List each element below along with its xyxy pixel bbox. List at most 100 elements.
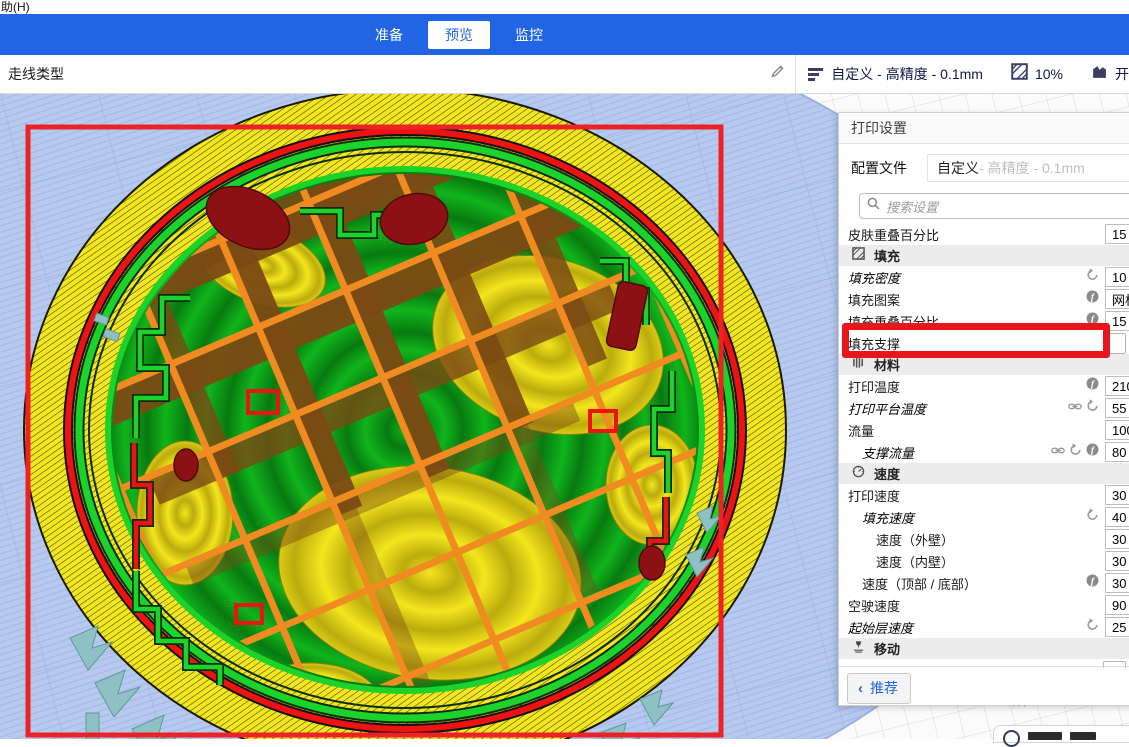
setting-label: 填充支撑 <box>848 334 1103 353</box>
profile-row: 配置文件 自定义 - 高精度 - 0.1mm <box>839 144 1129 186</box>
setting-value-input[interactable]: 100 <box>1105 420 1129 440</box>
setting-value-input[interactable]: 25 <box>1105 617 1129 637</box>
section-header-移动[interactable]: 移动 <box>839 638 1129 659</box>
setting-state-icons <box>1086 618 1099 636</box>
recommended-mode-button[interactable]: ‹ 推荐 <box>847 673 911 704</box>
menu-bar: 助(H) <box>0 0 1129 14</box>
setting-row-空驶速度: 空驶速度90 <box>839 594 1129 616</box>
support-state-text: 开 <box>1115 64 1129 84</box>
undo-icon[interactable] <box>1069 443 1082 461</box>
setting-label: 支撑流量 <box>848 443 1051 462</box>
setting-label: 填充图案 <box>848 290 1086 309</box>
section-header-填充[interactable]: 填充 <box>839 245 1129 266</box>
setting-state-icons: f <box>1051 443 1099 461</box>
search-icon <box>867 197 880 215</box>
setting-value-input[interactable]: 55 <box>1105 398 1129 418</box>
setting-label: 空驶速度 <box>848 596 1105 615</box>
line-type-label: 走线类型 <box>8 64 64 84</box>
search-placeholder: 搜索设置 <box>886 197 938 216</box>
infill-percent-text: 10% <box>1035 66 1063 82</box>
setting-value-input[interactable]: 30 <box>1105 551 1129 571</box>
tab-监控[interactable]: 监控 <box>498 21 560 49</box>
support-icon <box>1091 64 1108 85</box>
pencil-icon[interactable] <box>770 64 785 84</box>
setting-label: 起始层速度 <box>848 618 1086 637</box>
setting-row-速度（顶部 / 底部）: 速度（顶部 / 底部）f 30 <box>839 572 1129 594</box>
profile-value-secondary: - 高精度 - 0.1mm <box>979 158 1085 178</box>
undo-icon[interactable] <box>1086 268 1099 286</box>
print-settings-summary[interactable]: 自定义 - 高精度 - 0.1mm 10% 开 <box>796 63 1129 85</box>
profile-label: 配置文件 <box>851 158 927 178</box>
setting-checkbox[interactable] <box>1103 333 1126 354</box>
setting-row-起始层速度: 起始层速度 25 <box>839 616 1129 638</box>
tab-预览[interactable]: 预览 <box>428 21 490 49</box>
setting-label: 填充速度 <box>848 508 1086 527</box>
setting-value-input[interactable]: 210 <box>1105 376 1129 396</box>
setting-value-input[interactable]: 30 <box>1105 529 1129 549</box>
setting-state-icons <box>1086 268 1099 286</box>
setting-value-input[interactable]: 10 <box>1105 267 1129 287</box>
setting-value-input[interactable]: 30 <box>1105 573 1129 593</box>
section-header-速度[interactable]: 速度 <box>839 463 1129 484</box>
cura-preview-window: { "menu": { "help_label": "助(H)" }, "hea… <box>0 0 1129 739</box>
setting-label: 打印速度 <box>848 486 1105 505</box>
setting-label: 速度（内壁） <box>848 552 1105 571</box>
settings-list: 皮肤重叠百分比15填充填充密度10填充图案f网格填充重叠百分比f15填充支撑材料… <box>839 223 1129 668</box>
info-icon: f <box>1086 290 1099 308</box>
setting-row-填充图案: 填充图案f 网格 <box>839 288 1129 310</box>
stage-header: 准备预览监控 <box>0 14 1129 55</box>
section-label: 速度 <box>874 464 900 483</box>
infill-icon <box>852 247 865 265</box>
info-icon: f <box>1086 377 1099 395</box>
preview-toolbar: 走线类型 自定义 - 高精度 - 0.1mm 10% 开 <box>0 55 1129 94</box>
link-icon <box>1068 399 1082 417</box>
setting-row-速度（内壁）: 速度（内壁）30 <box>839 550 1129 572</box>
undo-icon[interactable] <box>1086 508 1099 526</box>
line-type-selector[interactable]: 走线类型 <box>0 64 795 84</box>
infill-icon <box>1011 63 1028 85</box>
setting-value-input[interactable]: 网格 <box>1105 289 1129 309</box>
profile-value-primary: 自定义 <box>937 158 979 178</box>
speed-icon <box>852 465 865 483</box>
menu-help[interactable]: 助(H) <box>1 0 30 14</box>
setting-value-input[interactable]: 30 <box>1105 485 1129 505</box>
setting-row-速度（外壁）: 速度（外壁）30 <box>839 528 1129 550</box>
material-icon <box>852 356 865 374</box>
tab-准备[interactable]: 准备 <box>358 21 420 49</box>
setting-value-input[interactable]: 80 <box>1105 442 1129 462</box>
search-input[interactable]: 搜索设置 <box>859 193 1129 219</box>
setting-state-icons: f <box>1086 312 1099 330</box>
profile-layers-icon <box>808 68 824 81</box>
setting-value-input[interactable]: 40 <box>1105 507 1129 527</box>
setting-value-input[interactable]: 15 <box>1105 224 1129 244</box>
setting-value-input[interactable]: 90 <box>1105 595 1129 615</box>
info-icon: f <box>1086 574 1099 592</box>
setting-label: 流量 <box>848 421 1105 440</box>
setting-state-icons <box>1086 508 1099 526</box>
panel-footer: ‹ 推荐 <box>839 666 1129 704</box>
panel-title: 打印设置 <box>839 113 1129 144</box>
setting-label: 打印温度 <box>848 377 1086 396</box>
setting-value-input[interactable]: 15 <box>1105 311 1129 331</box>
print-settings-panel: 打印设置 配置文件 自定义 - 高精度 - 0.1mm 搜索设置 皮肤重叠百分比… <box>838 112 1129 706</box>
setting-row-填充速度: 填充速度 40 <box>839 506 1129 528</box>
undo-icon[interactable] <box>1086 399 1099 417</box>
panel-resize-handle[interactable]: ··· <box>1012 701 1029 711</box>
info-icon: f <box>1086 312 1099 330</box>
setting-row-填充支撑: 填充支撑 <box>839 332 1129 354</box>
setting-row-支撑流量: 支撑流量 f 80 <box>839 441 1129 463</box>
setting-row-打印平台温度: 打印平台温度55 <box>839 397 1129 419</box>
info-icon: f <box>1086 443 1099 461</box>
setting-row-流量: 流量100 <box>839 419 1129 441</box>
stage-tabs: 准备预览监控 <box>358 21 560 48</box>
setting-label: 速度（顶部 / 底部） <box>848 574 1086 593</box>
setting-state-icons <box>1068 399 1099 417</box>
setting-state-icons: f <box>1086 377 1099 395</box>
section-header-材料[interactable]: 材料 <box>839 354 1129 375</box>
profile-combobox[interactable]: 自定义 - 高精度 - 0.1mm <box>927 154 1129 182</box>
print-time-popup <box>993 725 1129 743</box>
setting-label: 速度（外壁） <box>848 530 1105 549</box>
undo-icon[interactable] <box>1086 618 1099 636</box>
setting-label: 填充密度 <box>848 268 1086 287</box>
link-icon <box>1051 443 1065 461</box>
